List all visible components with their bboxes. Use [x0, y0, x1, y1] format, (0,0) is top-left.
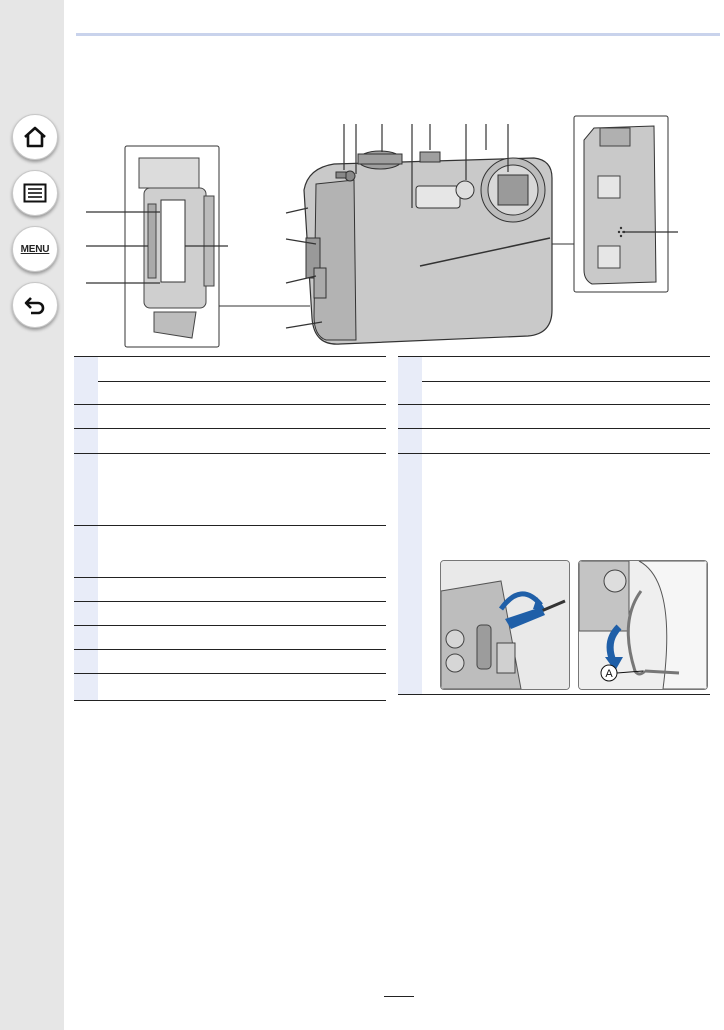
row-number-cell [398, 405, 422, 428]
table-row [398, 356, 710, 382]
table-row [74, 674, 386, 701]
home-button[interactable] [12, 114, 58, 160]
front-view [303, 150, 553, 345]
row-number-cell [398, 429, 422, 453]
camera-parts-figure [86, 115, 678, 348]
contents-button[interactable] [12, 170, 58, 216]
page-number [384, 996, 414, 997]
back-button[interactable] [12, 282, 58, 328]
row-number-cell [74, 454, 98, 525]
table-row [398, 405, 710, 429]
row-number-cell [74, 602, 98, 625]
list-icon [23, 183, 47, 203]
row-number-cell [74, 381, 98, 404]
table-row [74, 578, 386, 602]
return-arrow-icon [23, 295, 47, 315]
table-row [74, 626, 386, 650]
table-row [74, 526, 386, 578]
row-number-cell [74, 429, 98, 453]
row-number-cell [398, 454, 422, 694]
row-number-cell [398, 381, 422, 404]
strap-wrist-photo: A [578, 560, 708, 690]
page-content: A [64, 0, 724, 1030]
row-number-cell [74, 578, 98, 601]
table-row [74, 602, 386, 626]
table-row [398, 381, 710, 405]
right-side-view-inset [573, 115, 669, 293]
row-number-cell [74, 357, 98, 381]
strap-threading-photo [440, 560, 570, 690]
table-row [74, 381, 386, 405]
table-row [398, 429, 710, 454]
table-row [74, 405, 386, 429]
navigation-sidebar: MENU [0, 0, 64, 1030]
callout-a-label: A [605, 668, 613, 680]
menu-button[interactable]: MENU [12, 226, 58, 272]
row-number-cell [74, 650, 98, 673]
row-number-cell [74, 626, 98, 649]
menu-label: MENU [20, 243, 50, 255]
row-number-cell [398, 357, 422, 381]
home-icon [22, 125, 48, 149]
row-number-cell [74, 405, 98, 428]
table-row [74, 356, 386, 382]
table-row [74, 650, 386, 674]
row-number-cell [74, 526, 98, 577]
row-number-cell [74, 674, 98, 700]
table-row [74, 429, 386, 454]
table-row [74, 454, 386, 526]
